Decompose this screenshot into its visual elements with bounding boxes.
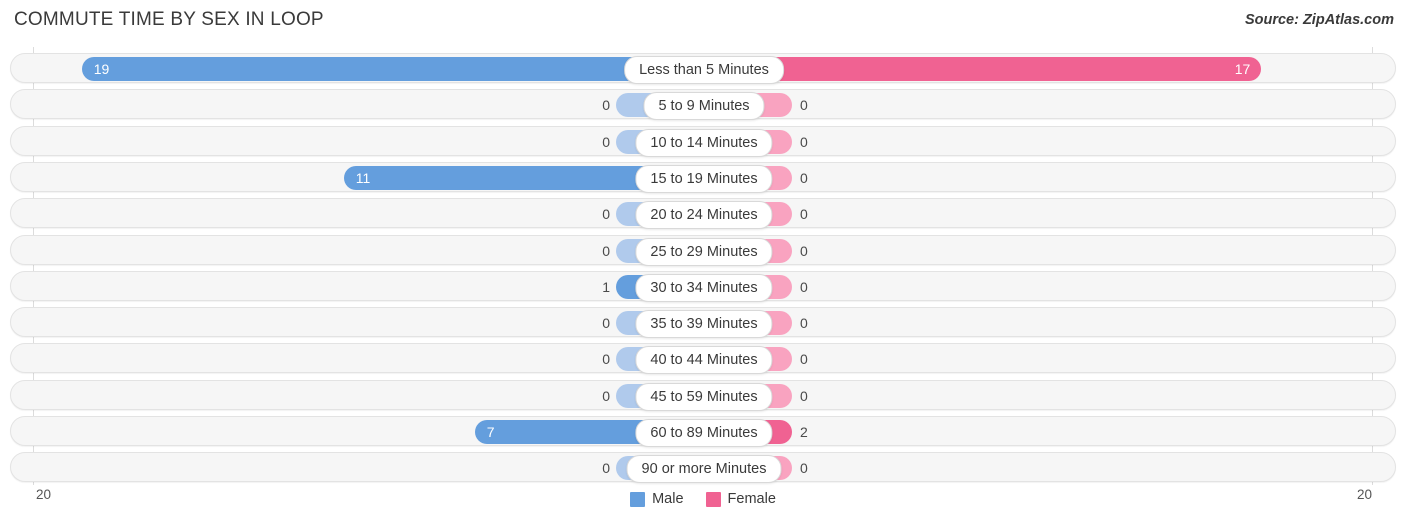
bar-value-female: 0: [800, 278, 808, 295]
bar-value-male: 1: [602, 278, 610, 295]
chart-row[interactable]: 19 17 Less than 5 Minutes: [10, 53, 1396, 84]
chart-row[interactable]: 1 0 30 to 34 Minutes: [10, 270, 1396, 302]
chart-plot-area: 19 17 Less than 5 Minutes 0 0 5 to 9 Minutes 0…: [0, 45, 1406, 485]
category-label: 40 to 44 Minutes: [635, 346, 773, 375]
bar-value-male: 0: [602, 133, 610, 150]
bar-value-female: 0: [800, 315, 808, 332]
legend-label-male: Male: [652, 491, 684, 507]
category-label: 30 to 34 Minutes: [635, 273, 773, 302]
bar-value-female: 0: [800, 97, 808, 114]
category-label: 15 to 19 Minutes: [635, 164, 773, 193]
bar-value-female: 0: [800, 387, 808, 404]
chart-row-track: 0 0 45 to 59 Minutes: [11, 381, 1395, 411]
chart-row[interactable]: 0 0 35 to 39 Minutes: [10, 307, 1396, 339]
chart-row[interactable]: 11 0 15 to 19 Minutes: [10, 161, 1396, 193]
bar-value-male: 0: [602, 387, 610, 404]
category-label: 25 to 29 Minutes: [635, 237, 773, 266]
chart-row-track: 0 0 5 to 9 Minutes: [11, 90, 1395, 121]
chart-row[interactable]: 0 0 5 to 9 Minutes: [10, 89, 1396, 121]
chart-row[interactable]: 0 0 25 to 29 Minutes: [10, 234, 1396, 266]
chart-row-track: 0 0 35 to 39 Minutes: [11, 308, 1395, 339]
category-label: 5 to 9 Minutes: [643, 92, 765, 121]
bar-female: [704, 57, 1261, 81]
chart-row[interactable]: 0 0 45 to 59 Minutes: [10, 379, 1396, 411]
bar-value-male: 0: [602, 351, 610, 368]
chart-row-track: 0 0 25 to 29 Minutes: [11, 236, 1395, 266]
bar-value-male: 0: [602, 315, 610, 332]
chart-row-track: 11 0 15 to 19 Minutes: [11, 163, 1395, 193]
legend-swatch-male-icon: [630, 491, 646, 507]
chart-row-track: 0 0 40 to 44 Minutes: [11, 344, 1395, 375]
bar-value-female: 17: [1234, 61, 1251, 77]
bar-value-female: 0: [800, 351, 808, 368]
page-title: COMMUTE TIME BY SEX IN LOOP: [14, 9, 324, 30]
legend-swatch-female-icon: [705, 491, 721, 507]
chart-row-track: 7 2 60 to 89 Minutes: [11, 417, 1395, 447]
chart-legend: Male Female: [0, 487, 1406, 511]
category-label: Less than 5 Minutes: [624, 56, 784, 84]
bar-male: [81, 57, 704, 81]
chart-row[interactable]: 7 2 60 to 89 Minutes: [10, 416, 1396, 447]
chart-row[interactable]: 0 0 40 to 44 Minutes: [10, 343, 1396, 375]
category-label: 20 to 24 Minutes: [635, 201, 773, 230]
chart-header: COMMUTE TIME BY SEX IN LOOP Source: ZipA…: [0, 0, 1406, 45]
chart-row-track: 0 0 90 or more Minutes: [11, 453, 1395, 484]
chart-row-track: 0 0 10 to 14 Minutes: [11, 127, 1395, 157]
bar-value-female: 2: [800, 424, 808, 440]
bar-value-female: 0: [800, 169, 808, 186]
bar-value-female: 0: [800, 206, 808, 223]
bar-value-female: 0: [800, 242, 808, 259]
bar-value-male: 0: [602, 206, 610, 223]
legend-label-female: Female: [727, 491, 776, 507]
chart-row-track: 19 17 Less than 5 Minutes: [11, 54, 1395, 84]
bar-value-male: 0: [602, 460, 610, 477]
category-label: 35 to 39 Minutes: [635, 310, 773, 339]
chart-row-track: 0 0 20 to 24 Minutes: [11, 199, 1395, 230]
legend-item-male[interactable]: Male: [630, 491, 684, 507]
chart-row-track: 1 0 30 to 34 Minutes: [11, 272, 1395, 302]
chart-row[interactable]: 0 0 90 or more Minutes: [10, 452, 1396, 484]
bar-value-male: 0: [602, 242, 610, 259]
category-label: 90 or more Minutes: [626, 455, 782, 484]
legend-item-female[interactable]: Female: [705, 491, 776, 507]
bar-value-male: 11: [355, 169, 371, 186]
bar-value-female: 0: [800, 133, 808, 150]
category-label: 45 to 59 Minutes: [635, 382, 773, 411]
bar-value-female: 0: [800, 460, 808, 477]
category-label: 10 to 14 Minutes: [635, 128, 773, 157]
bar-value-male: 19: [93, 61, 110, 77]
source-attribution: Source: ZipAtlas.com: [1244, 12, 1394, 28]
chart-row[interactable]: 0 0 20 to 24 Minutes: [10, 198, 1396, 230]
bar-value-male: 0: [602, 97, 610, 114]
category-label: 60 to 89 Minutes: [635, 419, 773, 447]
bar-value-male: 7: [486, 424, 495, 440]
chart-row[interactable]: 0 0 10 to 14 Minutes: [10, 125, 1396, 157]
